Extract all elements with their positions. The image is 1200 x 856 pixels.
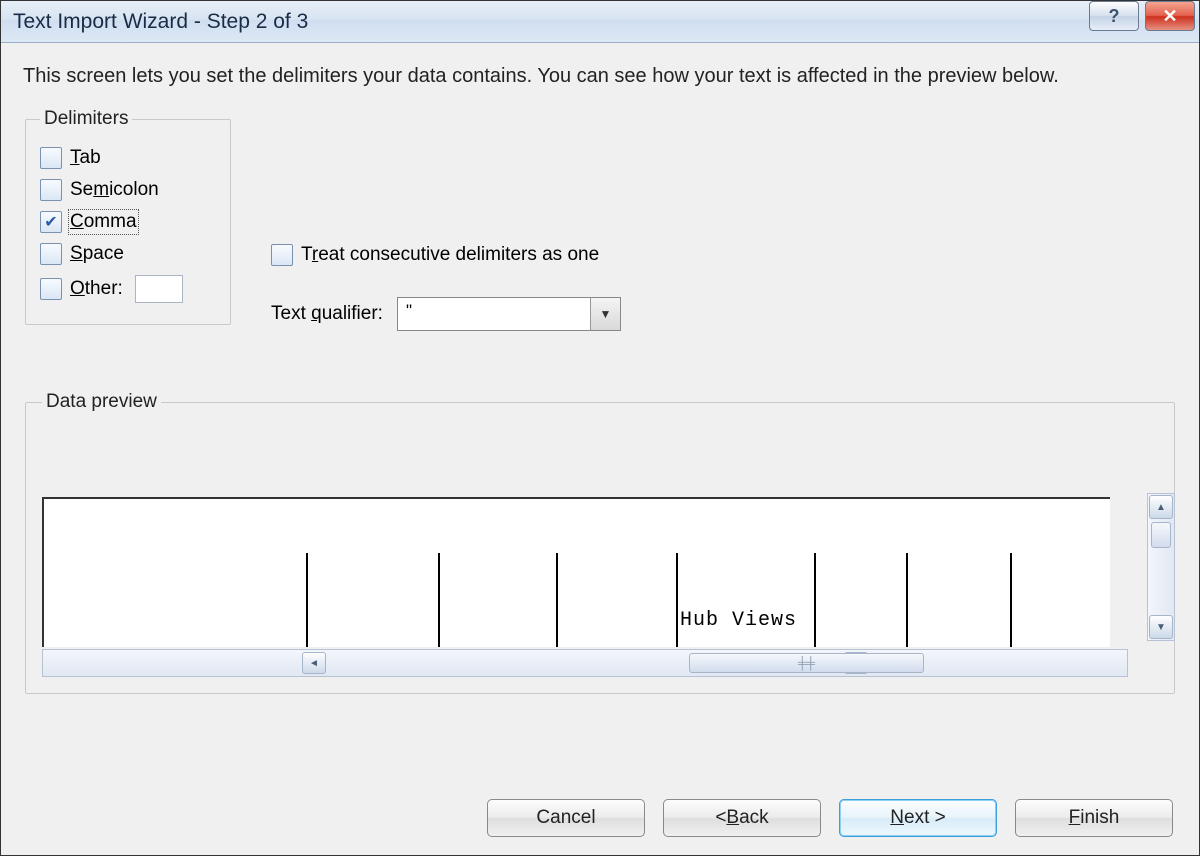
close-button[interactable]: ✕ xyxy=(1145,1,1195,31)
checkbox-other[interactable] xyxy=(40,278,62,300)
checkbox-tab[interactable] xyxy=(40,147,62,169)
label-other: Other: xyxy=(70,278,123,300)
delimiter-space-row[interactable]: Space xyxy=(40,238,216,270)
back-button[interactable]: < Back xyxy=(663,799,821,837)
label-space: Space xyxy=(70,243,124,265)
checkbox-space[interactable] xyxy=(40,243,62,265)
label-semicolon: Semicolon xyxy=(70,179,159,201)
other-delimiter-input[interactable] xyxy=(135,275,183,303)
delimiters-legend: Delimiters xyxy=(40,108,132,130)
checkbox-comma[interactable] xyxy=(40,211,62,233)
preview-horizontal-scrollbar[interactable]: ◄ ╪╪ ► xyxy=(42,649,1128,677)
data-preview-group: Data preview rver 2003 and 2008 Status P… xyxy=(25,391,1175,694)
help-button[interactable]: ? xyxy=(1089,1,1139,31)
preview-header-cell xyxy=(46,607,302,633)
intro-text: This screen lets you set the delimiters … xyxy=(23,63,1177,90)
dialog-content: This screen lets you set the delimiters … xyxy=(1,43,1199,855)
label-comma: Comma xyxy=(70,211,137,233)
delimiter-other-row[interactable]: Other: xyxy=(40,270,216,308)
cancel-button[interactable]: Cancel xyxy=(487,799,645,837)
text-qualifier-value[interactable]: " xyxy=(398,298,590,330)
data-preview-legend: Data preview xyxy=(42,391,161,413)
checkbox-treat-consecutive[interactable] xyxy=(271,244,293,266)
scroll-down-icon[interactable]: ▼ xyxy=(1149,615,1173,639)
label-treat-consecutive: Treat consecutive delimiters as one xyxy=(301,244,599,266)
scroll-thumb[interactable] xyxy=(1151,522,1171,548)
preview-header-cell: Hub Views xyxy=(680,607,810,633)
button-bar: Cancel < Back Next > Finish xyxy=(487,799,1173,837)
text-qualifier-combo[interactable]: " ▼ xyxy=(397,297,621,331)
scroll-up-icon[interactable]: ▲ xyxy=(1149,495,1173,519)
treat-consecutive-row[interactable]: Treat consecutive delimiters as one xyxy=(271,239,621,271)
delimiters-group: Delimiters Tab Semicolon Comma Space Oth… xyxy=(25,108,231,325)
delimiter-semicolon-row[interactable]: Semicolon xyxy=(40,174,216,206)
delimiter-options: Treat consecutive delimiters as one Text… xyxy=(271,239,621,331)
window-title: Text Import Wizard - Step 2 of 3 xyxy=(13,10,308,34)
titlebar: Text Import Wizard - Step 2 of 3 ? ✕ xyxy=(1,1,1199,43)
text-qualifier-label: Text qualifier: xyxy=(271,303,383,325)
finish-button[interactable]: Finish xyxy=(1015,799,1173,837)
delimiter-comma-row[interactable]: Comma xyxy=(40,206,216,238)
scroll-thumb[interactable]: ╪╪ xyxy=(689,653,924,673)
next-button[interactable]: Next > xyxy=(839,799,997,837)
scroll-left-icon[interactable]: ◄ xyxy=(302,652,326,674)
dropdown-icon[interactable]: ▼ xyxy=(590,298,620,330)
preview-vertical-scrollbar[interactable]: ▲ ▼ xyxy=(1147,493,1175,641)
delimiter-tab-row[interactable]: Tab xyxy=(40,142,216,174)
checkbox-semicolon[interactable] xyxy=(40,179,62,201)
label-tab: Tab xyxy=(70,147,101,169)
data-preview-grid: rver 2003 and 2008 Status Published Publ… xyxy=(42,497,1110,647)
